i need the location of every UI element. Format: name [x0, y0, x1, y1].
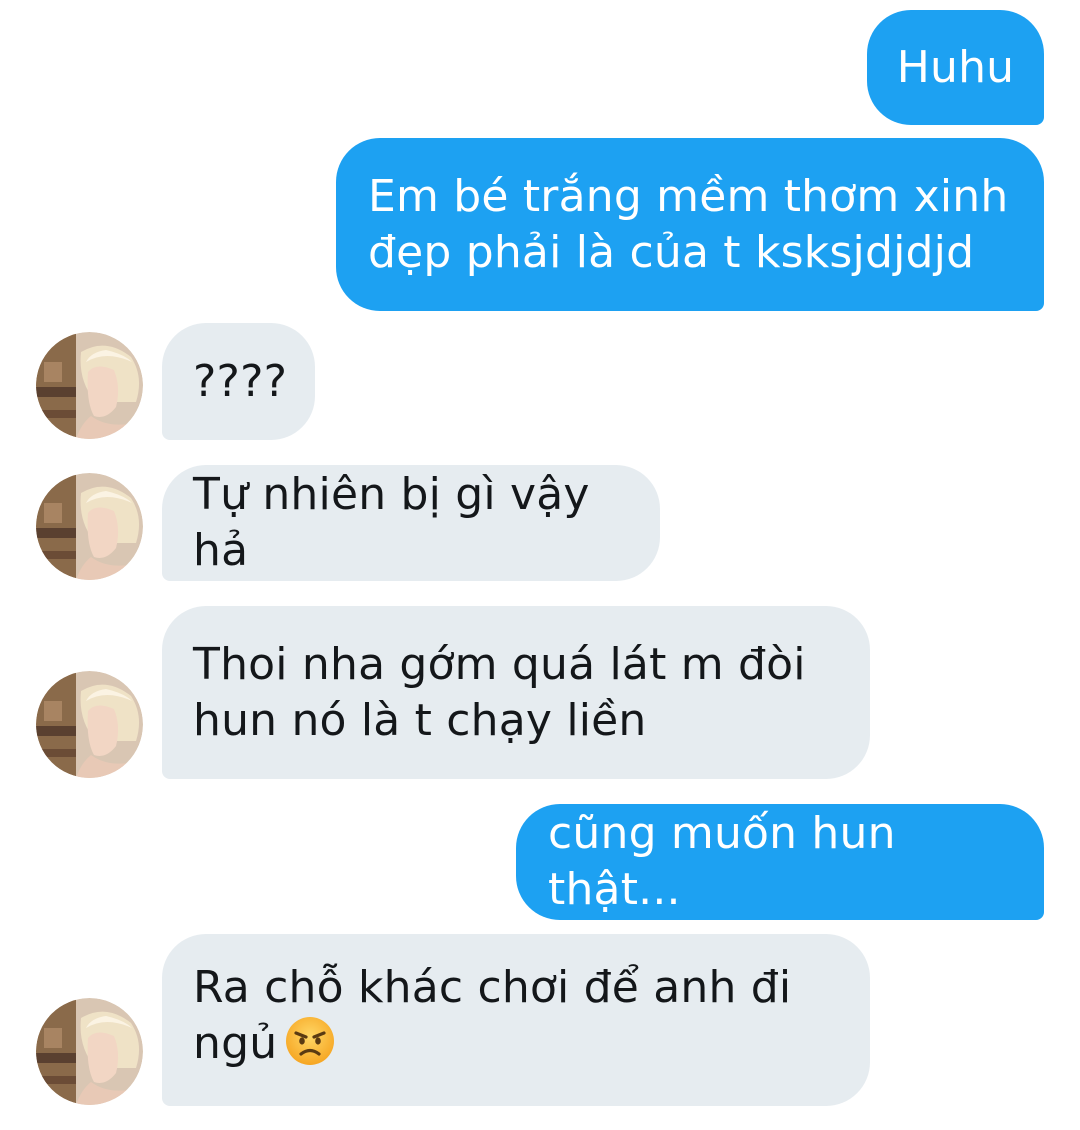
- received-message-bubble[interactable]: Thoi nha gớm quá lát m đòi hun nó là t c…: [162, 606, 870, 779]
- contact-avatar[interactable]: [36, 473, 143, 580]
- message-content: Ra chỗ khác chơi để anh đi ngủ: [193, 960, 791, 1080]
- received-message-bubble[interactable]: Ra chỗ khác chơi để anh đi ngủ: [162, 934, 870, 1106]
- conversation-view: Huhu Em bé trắng mềm thơm xinh đẹp phải …: [0, 0, 1080, 1130]
- message-text: Ra chỗ khác chơi để anh đi ngủ: [193, 962, 792, 1069]
- sent-message-bubble[interactable]: Huhu: [867, 10, 1044, 125]
- received-message-bubble[interactable]: Tự nhiên bị gì vậy hả: [162, 465, 660, 581]
- received-message-bubble[interactable]: ????: [162, 323, 315, 440]
- message-text: Thoi nha gớm quá lát m đòi hun nó là t c…: [193, 638, 806, 746]
- message-text: Huhu: [896, 41, 1015, 93]
- sent-message-bubble[interactable]: Em bé trắng mềm thơm xinh đẹp phải là củ…: [336, 138, 1044, 311]
- contact-avatar[interactable]: [36, 332, 143, 439]
- message-text: cũng muốn hun thật...: [548, 808, 910, 915]
- message-text: Em bé trắng mềm thơm xinh đẹp phải là củ…: [368, 170, 1009, 278]
- contact-avatar[interactable]: [36, 671, 143, 778]
- angry-face-emoji: [285, 1016, 335, 1080]
- message-text: ????: [193, 355, 288, 407]
- sent-message-bubble[interactable]: cũng muốn hun thật...: [516, 804, 1044, 920]
- contact-avatar[interactable]: [36, 998, 143, 1105]
- message-text: Tự nhiên bị gì vậy hả: [193, 469, 604, 576]
